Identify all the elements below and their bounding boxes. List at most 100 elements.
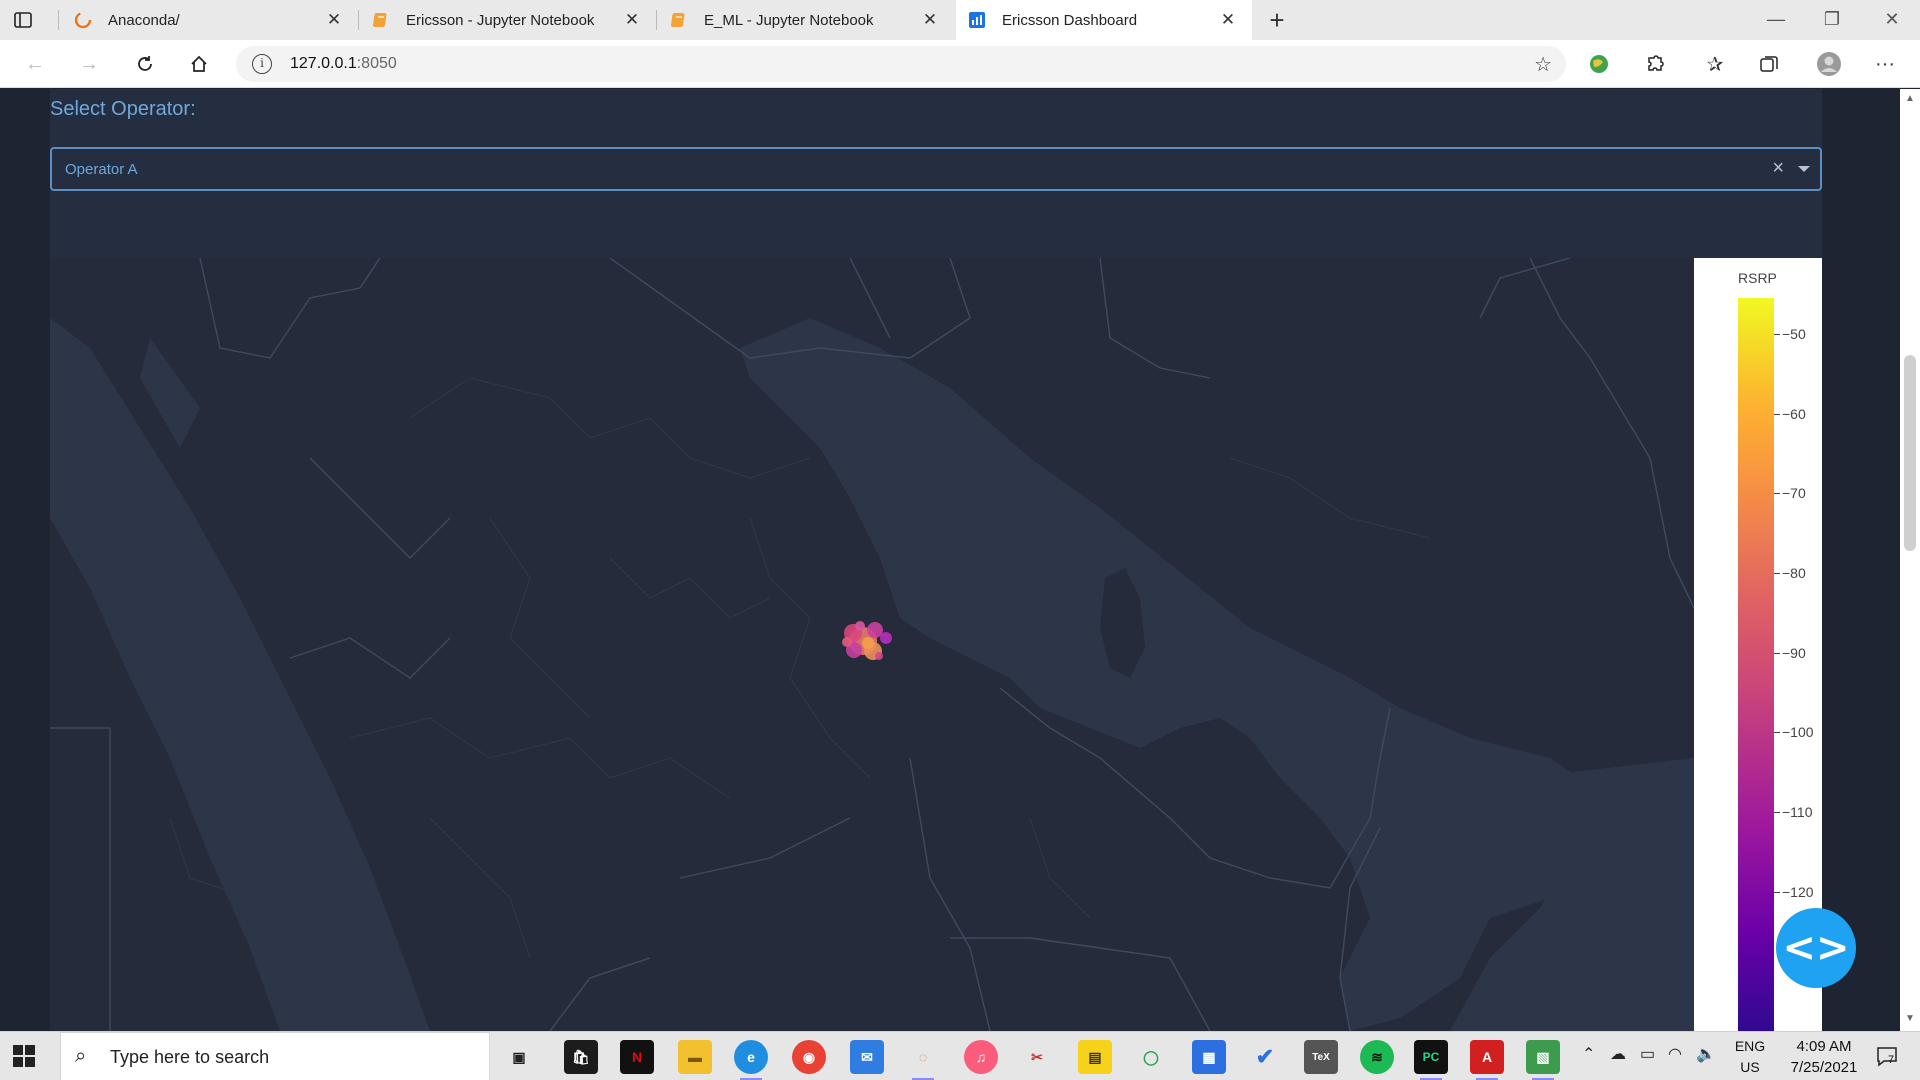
colorbar-tick-mark <box>1774 652 1780 654</box>
file-explorer-icon[interactable]: ▬ <box>678 1040 712 1074</box>
battery-icon[interactable]: ▭ <box>1640 1044 1655 1064</box>
colorbar-tick-mark <box>1774 572 1780 574</box>
colorbar-tick-mark <box>1774 812 1780 814</box>
tab-separator <box>58 10 59 30</box>
url-text: 127.0.0.1:8050 <box>290 55 397 73</box>
page-scrollbar[interactable]: ▲ ▼ <box>1900 89 1920 1031</box>
task-view-icon[interactable]: ▣ <box>502 1040 536 1074</box>
colorbar-tick-label: −110 <box>1782 804 1813 821</box>
onedrive-icon[interactable]: ☁ <box>1610 1044 1626 1064</box>
more-options-icon[interactable]: ··· <box>1870 50 1900 78</box>
colorbar-tick-mark <box>1774 413 1780 415</box>
system-clock[interactable]: 4:09 AM 7/25/2021 <box>1780 1036 1868 1078</box>
close-window-button[interactable]: ✕ <box>1872 4 1912 34</box>
colorbar-title: RSRP <box>1738 270 1777 286</box>
jupyter-app-icon[interactable]: ◌ <box>906 1040 940 1080</box>
scroll-down-icon[interactable]: ▼ <box>1905 1013 1915 1024</box>
colorbar-tick-label: −50 <box>1782 325 1806 342</box>
windows-taskbar: ⌕ Type here to search ▣ 🛍 N ▬ e ◉ ✉ ◌ ♫ … <box>0 1031 1920 1080</box>
texmaker-icon[interactable]: TeX <box>1304 1040 1338 1074</box>
colorbar-tick-label: −90 <box>1782 644 1806 661</box>
site-info-icon[interactable]: i <box>252 54 272 74</box>
operator-selected-value: Operator A <box>65 161 138 178</box>
colorbar-tick-mark <box>1774 732 1780 734</box>
tab-title: Anaconda/ <box>108 11 180 29</box>
volume-icon[interactable]: 🔈 <box>1696 1044 1716 1064</box>
profile-avatar-icon[interactable] <box>1814 50 1844 78</box>
image-viewer-icon[interactable]: ▧ <box>1526 1040 1560 1080</box>
colorbar-tick-mark <box>1774 891 1780 893</box>
url-host: 127.0.0.1 <box>290 55 357 72</box>
rsrp-map[interactable] <box>50 258 1694 1031</box>
tab-ericsson-notebook[interactable]: Ericsson - Jupyter Notebook ✕ <box>360 0 656 40</box>
clear-selection-icon[interactable]: × <box>1772 157 1784 180</box>
refresh-button[interactable] <box>130 50 160 78</box>
extensions-icon[interactable] <box>1640 50 1670 78</box>
wifi-icon[interactable]: ◠ <box>1668 1044 1682 1064</box>
input-language[interactable]: ENG US <box>1730 1036 1770 1078</box>
language-code: ENG <box>1734 1038 1766 1054</box>
add-favorite-icon[interactable]: ☆ <box>1534 52 1552 77</box>
dash-devtools-toggle-button[interactable]: <> <box>1776 908 1856 988</box>
spotify-icon[interactable]: ≋ <box>1360 1040 1394 1074</box>
acrobat-icon[interactable]: A <box>1470 1040 1504 1080</box>
calendar-icon[interactable]: ▦ <box>1192 1040 1226 1074</box>
new-tab-button[interactable]: + <box>1262 6 1292 34</box>
clock-date: 7/25/2021 <box>1790 1059 1858 1076</box>
chevron-down-icon[interactable] <box>1798 166 1810 172</box>
minimize-button[interactable]: — <box>1756 4 1796 34</box>
code-brackets-icon: <> <box>1782 925 1850 971</box>
edge-icon[interactable]: e <box>734 1040 768 1080</box>
scroll-up-icon[interactable]: ▲ <box>1905 93 1915 104</box>
netflix-icon[interactable]: N <box>620 1040 654 1074</box>
tab-actions-icon[interactable] <box>12 9 52 31</box>
tab-title: Ericsson - Jupyter Notebook <box>406 11 595 29</box>
pycharm-icon[interactable]: PC <box>1414 1040 1448 1080</box>
colorbar-tick-label: −70 <box>1782 485 1806 502</box>
close-tab-icon[interactable]: ✕ <box>620 10 644 30</box>
windows-start-icon[interactable] <box>12 1044 36 1068</box>
store-icon[interactable]: 🛍 <box>564 1040 598 1074</box>
extension-globe-icon[interactable] <box>1584 50 1614 78</box>
restore-button[interactable]: ❐ <box>1812 4 1852 34</box>
taskbar-search-box[interactable]: ⌕ Type here to search <box>60 1032 490 1080</box>
collections-icon[interactable] <box>1754 50 1784 78</box>
colorbar-gradient <box>1738 298 1774 1031</box>
back-button[interactable]: ← <box>20 50 50 78</box>
forward-button[interactable]: → <box>74 50 104 78</box>
home-button[interactable] <box>184 50 214 78</box>
tab-separator <box>656 10 657 30</box>
tab-title: E_ML - Jupyter Notebook <box>704 11 874 29</box>
tab-separator <box>358 10 359 30</box>
anaconda-icon <box>74 11 92 29</box>
todo-icon[interactable]: ✔ <box>1248 1040 1282 1074</box>
close-tab-icon[interactable]: ✕ <box>322 10 346 30</box>
snipping-tool-icon[interactable]: ✂ <box>1020 1040 1054 1074</box>
close-tab-icon[interactable]: ✕ <box>1216 10 1240 30</box>
tab-anaconda[interactable]: Anaconda/ ✕ <box>62 0 358 40</box>
jupyter-icon <box>670 11 688 29</box>
close-tab-icon[interactable]: ✕ <box>918 10 942 30</box>
anaconda-navigator-icon[interactable]: ◯ <box>1134 1040 1168 1074</box>
colorbar-tick-label: −80 <box>1782 564 1806 581</box>
itunes-icon[interactable]: ♫ <box>964 1040 998 1074</box>
chrome-icon[interactable]: ◉ <box>792 1040 826 1074</box>
show-hidden-icons[interactable]: ⌃ <box>1582 1044 1595 1064</box>
select-operator-label: Select Operator: <box>50 98 196 120</box>
sticky-notes-icon[interactable]: ▤ <box>1078 1040 1112 1074</box>
colorbar-tick-label: −100 <box>1782 724 1814 741</box>
address-bar[interactable]: i 127.0.0.1:8050 ☆ <box>236 46 1566 82</box>
notification-center-icon[interactable]: 7 <box>1870 1044 1904 1070</box>
operator-dropdown[interactable]: Operator A × <box>50 147 1822 191</box>
dashboard-icon <box>968 11 986 29</box>
tab-title: Ericsson Dashboard <box>1002 11 1138 29</box>
mail-icon[interactable]: ✉ <box>850 1040 884 1074</box>
jupyter-icon <box>372 11 390 29</box>
scrollbar-thumb[interactable] <box>1904 355 1916 551</box>
tab-eml-notebook[interactable]: E_ML - Jupyter Notebook ✕ <box>658 0 954 40</box>
tab-ericsson-dashboard[interactable]: Ericsson Dashboard ✕ <box>956 0 1252 40</box>
map-canvas <box>50 258 1694 1031</box>
search-placeholder: Type here to search <box>110 1047 270 1067</box>
favorites-icon[interactable]: ✰ <box>1700 50 1730 78</box>
region-code: US <box>1740 1059 1760 1075</box>
